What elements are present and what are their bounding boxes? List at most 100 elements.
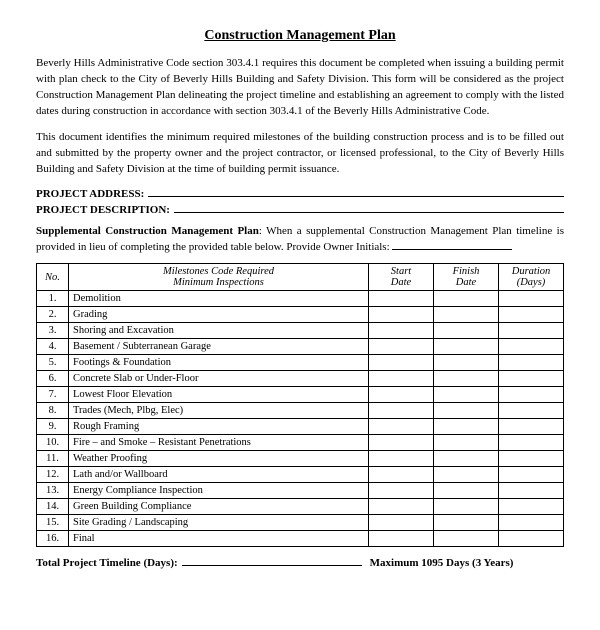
row-finish-date	[434, 307, 499, 323]
total-underline	[182, 565, 362, 566]
row-number: 11.	[37, 451, 69, 467]
project-description-field: PROJECT DESCRIPTION:	[36, 204, 564, 216]
row-number: 8.	[37, 403, 69, 419]
row-number: 5.	[37, 355, 69, 371]
row-finish-date	[434, 515, 499, 531]
table-row: 13. Energy Compliance Inspection	[37, 483, 564, 499]
table-row: 16. Final	[37, 531, 564, 547]
table-row: 11. Weather Proofing	[37, 451, 564, 467]
row-number: 10.	[37, 435, 69, 451]
row-start-date	[369, 371, 434, 387]
row-start-date	[369, 451, 434, 467]
row-milestone-name: Final	[69, 531, 369, 547]
row-duration	[499, 419, 564, 435]
row-milestone-name: Concrete Slab or Under-Floor	[69, 371, 369, 387]
project-description-label: PROJECT DESCRIPTION:	[36, 204, 170, 216]
row-start-date	[369, 307, 434, 323]
row-finish-date	[434, 419, 499, 435]
row-finish-date	[434, 483, 499, 499]
row-number: 4.	[37, 339, 69, 355]
row-start-date	[369, 323, 434, 339]
row-duration	[499, 499, 564, 515]
table-row: 7. Lowest Floor Elevation	[37, 387, 564, 403]
row-start-date	[369, 419, 434, 435]
row-finish-date	[434, 531, 499, 547]
row-finish-date	[434, 387, 499, 403]
row-milestone-name: Grading	[69, 307, 369, 323]
row-duration	[499, 355, 564, 371]
row-duration	[499, 483, 564, 499]
row-duration	[499, 371, 564, 387]
row-duration	[499, 531, 564, 547]
row-finish-date	[434, 467, 499, 483]
col-header-start: Start Date	[369, 264, 434, 291]
total-max-text: Maximum 1095 Days (3 Years)	[370, 557, 514, 569]
milestones-table: No. Milestones Code Required Minimum Ins…	[36, 263, 564, 547]
row-number: 6.	[37, 371, 69, 387]
row-duration	[499, 307, 564, 323]
row-duration	[499, 291, 564, 307]
project-address-underline	[148, 196, 564, 197]
table-row: 12. Lath and/or Wallboard	[37, 467, 564, 483]
project-address-field: PROJECT ADDRESS:	[36, 188, 564, 200]
row-milestone-name: Demolition	[69, 291, 369, 307]
row-finish-date	[434, 355, 499, 371]
row-milestone-name: Trades (Mech, Plbg, Elec)	[69, 403, 369, 419]
row-duration	[499, 323, 564, 339]
table-row: 9. Rough Framing	[37, 419, 564, 435]
row-start-date	[369, 531, 434, 547]
row-milestone-name: Site Grading / Landscaping	[69, 515, 369, 531]
row-start-date	[369, 291, 434, 307]
row-start-date	[369, 515, 434, 531]
row-milestone-name: Lath and/or Wallboard	[69, 467, 369, 483]
row-finish-date	[434, 499, 499, 515]
row-duration	[499, 451, 564, 467]
row-number: 13.	[37, 483, 69, 499]
row-finish-date	[434, 339, 499, 355]
row-duration	[499, 467, 564, 483]
intro-paragraph-1: Beverly Hills Administrative Code sectio…	[36, 56, 564, 120]
row-milestone-name: Rough Framing	[69, 419, 369, 435]
row-number: 3.	[37, 323, 69, 339]
total-project-timeline: Total Project Timeline (Days): Maximum 1…	[36, 557, 564, 569]
row-finish-date	[434, 371, 499, 387]
row-start-date	[369, 435, 434, 451]
row-number: 16.	[37, 531, 69, 547]
table-row: 2. Grading	[37, 307, 564, 323]
table-row: 14. Green Building Compliance	[37, 499, 564, 515]
table-row: 10. Fire – and Smoke – Resistant Penetra…	[37, 435, 564, 451]
row-finish-date	[434, 451, 499, 467]
row-duration	[499, 515, 564, 531]
col-header-duration: Duration (Days)	[499, 264, 564, 291]
row-milestone-name: Energy Compliance Inspection	[69, 483, 369, 499]
row-number: 14.	[37, 499, 69, 515]
col-header-milestones: Milestones Code Required Minimum Inspect…	[69, 264, 369, 291]
row-duration	[499, 387, 564, 403]
row-number: 7.	[37, 387, 69, 403]
row-finish-date	[434, 291, 499, 307]
project-description-underline	[174, 212, 564, 213]
row-start-date	[369, 387, 434, 403]
table-row: 6. Concrete Slab or Under-Floor	[37, 371, 564, 387]
page-title: Construction Management Plan	[36, 28, 564, 44]
project-address-label: PROJECT ADDRESS:	[36, 188, 144, 200]
intro-paragraph-2: This document identifies the minimum req…	[36, 130, 564, 178]
row-start-date	[369, 339, 434, 355]
row-start-date	[369, 403, 434, 419]
col-header-finish: Finish Date	[434, 264, 499, 291]
col-header-no: No.	[37, 264, 69, 291]
row-finish-date	[434, 403, 499, 419]
row-milestone-name: Fire – and Smoke – Resistant Penetration…	[69, 435, 369, 451]
table-row: 4. Basement / Subterranean Garage	[37, 339, 564, 355]
row-number: 12.	[37, 467, 69, 483]
table-row: 5. Footings & Foundation	[37, 355, 564, 371]
row-duration	[499, 403, 564, 419]
supplemental-section: Supplemental Construction Management Pla…	[36, 224, 564, 256]
supplemental-bold-label: Supplemental Construction Management Pla…	[36, 225, 259, 237]
row-duration	[499, 435, 564, 451]
row-duration	[499, 339, 564, 355]
row-milestone-name: Basement / Subterranean Garage	[69, 339, 369, 355]
row-finish-date	[434, 435, 499, 451]
row-milestone-name: Green Building Compliance	[69, 499, 369, 515]
row-milestone-name: Shoring and Excavation	[69, 323, 369, 339]
